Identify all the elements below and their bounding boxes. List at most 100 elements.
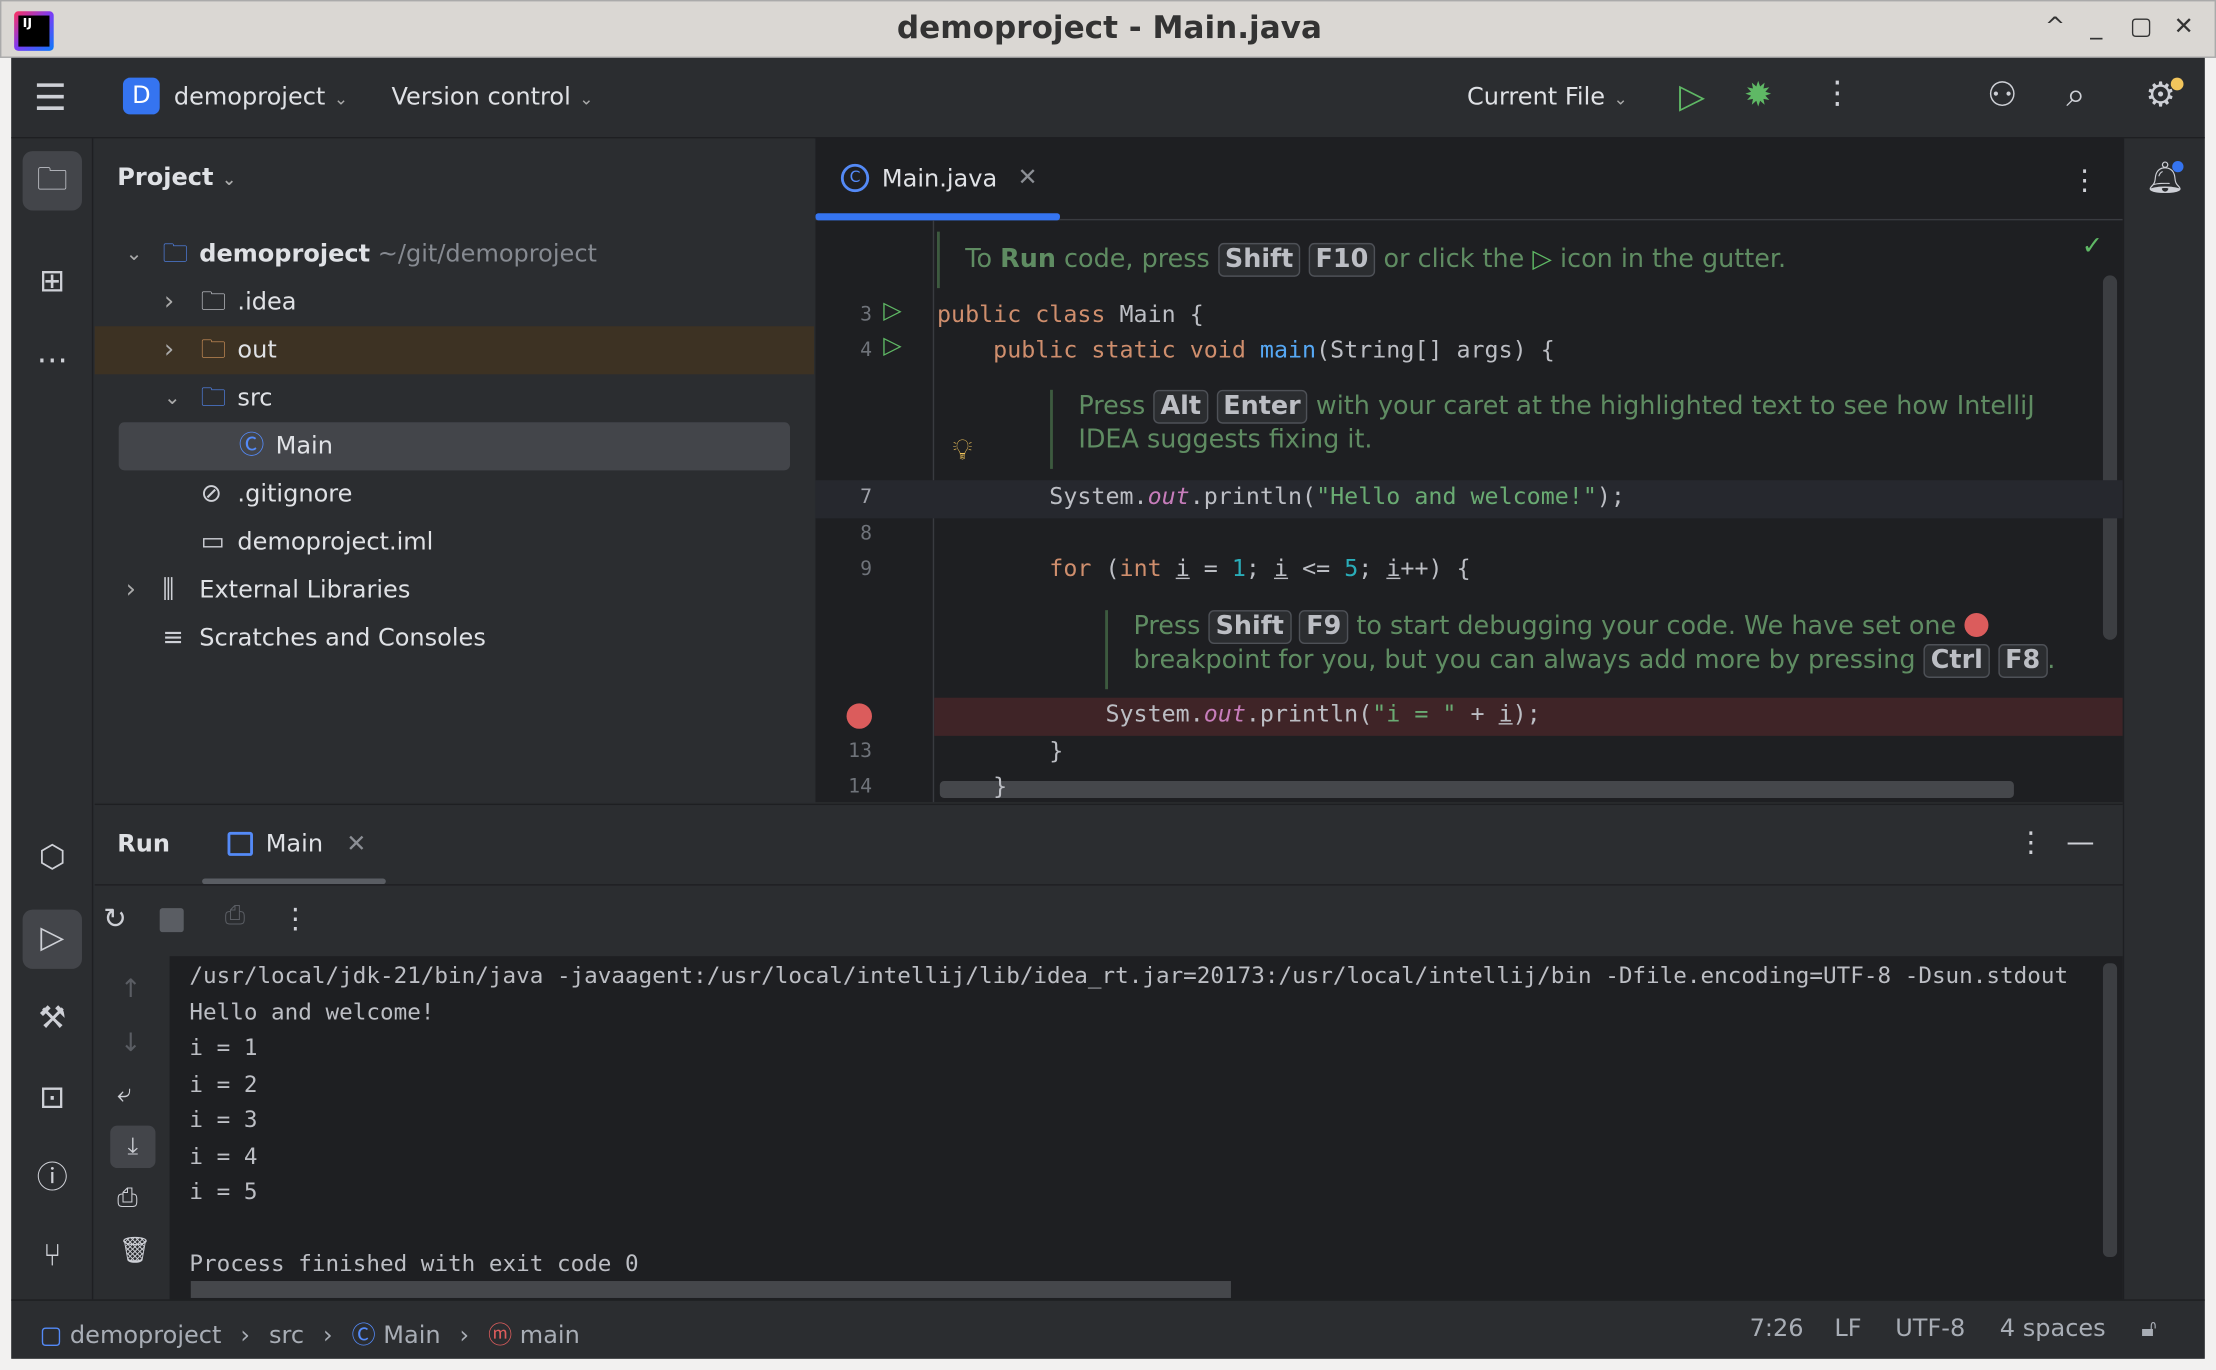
tree-item[interactable]: ▭ demoproject.iml xyxy=(95,518,814,566)
more-tools-icon[interactable]: ⋯ xyxy=(23,332,82,391)
chevron-down-icon[interactable]: ⌄ xyxy=(164,374,181,422)
tree-item[interactable]: Ⓒ Main xyxy=(118,422,791,471)
breadcrumb-item[interactable]: Main xyxy=(383,1322,440,1350)
tree-item-label: Scratches and Consoles xyxy=(199,624,486,653)
window-maximize-button[interactable]: ▢ xyxy=(2130,13,2153,41)
code-token: out xyxy=(1203,700,1246,728)
code-token: ++) { xyxy=(1400,555,1471,582)
tree-item[interactable]: ≡ Scratches and Consoles xyxy=(95,614,814,662)
search-icon[interactable]: ⌕ xyxy=(2066,75,2085,115)
line-separator[interactable]: LF xyxy=(1834,1315,1861,1343)
run-icon[interactable]: ▷ xyxy=(1679,76,1705,116)
more-actions-icon[interactable]: ⋮ xyxy=(1822,76,1853,111)
terminal-icon[interactable]: ⊡ xyxy=(23,1069,82,1128)
run-tab-main[interactable]: Main ✕ xyxy=(202,805,386,885)
method-icon: ⓜ xyxy=(488,1321,513,1351)
console-line: Hello and welcome! xyxy=(189,997,435,1025)
options-icon[interactable]: ⋮ xyxy=(2017,825,2045,859)
code-token: } xyxy=(936,772,1008,800)
scratches-icon: ≡ xyxy=(162,622,184,653)
ignore-file-icon: ⊘ xyxy=(200,478,223,509)
notifications-bell-icon[interactable]: 🔔︎ xyxy=(2135,150,2194,209)
right-tool-strip: 🔔︎ xyxy=(2122,138,2205,1300)
tree-item[interactable]: › ⫼ External Libraries xyxy=(95,566,814,614)
add-user-icon[interactable]: ⚇ xyxy=(1987,75,2017,115)
run-config-selector[interactable]: Current File ⌄ xyxy=(1467,83,1628,111)
module-folder-icon: 🗀 xyxy=(162,238,188,269)
code-token: .println( xyxy=(1189,483,1317,510)
code-line: System.out.println("Hello and welcome!")… xyxy=(937,483,1625,510)
project-tool-icon[interactable]: 🗀 xyxy=(22,151,82,211)
chevron-right-icon[interactable]: › xyxy=(126,566,136,614)
line-number: 9 xyxy=(860,557,872,581)
chevron-right-icon[interactable]: › xyxy=(164,278,174,326)
run-config-label: Current File xyxy=(1466,83,1606,112)
down-arrow-icon[interactable]: ↓ xyxy=(120,1028,141,1058)
line-number: 14 xyxy=(848,775,872,798)
code-token: System. xyxy=(936,700,1204,728)
code-token: + xyxy=(1456,700,1499,728)
scroll-to-end-icon[interactable]: ⤓ xyxy=(110,1125,156,1169)
close-tab-icon[interactable]: ✕ xyxy=(346,830,366,858)
tree-item[interactable]: ⊘ .gitignore xyxy=(95,470,814,518)
run-tool-icon[interactable]: ▷ xyxy=(22,909,82,969)
breadcrumb-item[interactable]: demoproject xyxy=(70,1322,222,1350)
window-shade-button[interactable]: ^ xyxy=(2045,13,2065,41)
breadcrumb-item[interactable]: src xyxy=(269,1322,304,1350)
code-token: main xyxy=(1259,336,1317,363)
tree-item[interactable]: › 🗀 .idea xyxy=(95,278,814,326)
class-icon: Ⓒ xyxy=(238,430,265,461)
code-line: public static void main(String[] args) { xyxy=(937,336,1555,363)
console-output[interactable]: /usr/local/jdk-21/bin/java -javaagent:/u… xyxy=(169,956,2123,1301)
soft-wrap-icon[interactable]: ⤶ xyxy=(117,1079,131,1109)
tree-item-label: Main xyxy=(275,432,333,461)
caret-position[interactable]: 7:26 xyxy=(1750,1315,1804,1343)
console-line: /usr/local/jdk-21/bin/java -javaagent:/u… xyxy=(189,961,2069,989)
status-bar: ▢ demoproject › src › Ⓒ Main › ⓜ main 7:… xyxy=(11,1299,2205,1359)
breakpoint-icon[interactable] xyxy=(846,703,872,729)
lock-icon[interactable]: 🔓︎ xyxy=(2141,1315,2157,1343)
tree-item[interactable]: ⌄ 🗀 src xyxy=(95,374,814,422)
window-close-button[interactable]: ✕ xyxy=(2174,13,2194,41)
print-icon[interactable]: ⎙ xyxy=(117,1184,137,1214)
project-panel-title[interactable]: Project ⌄ xyxy=(117,164,236,192)
chevron-right-icon[interactable]: › xyxy=(164,326,174,374)
project-name: demoproject xyxy=(173,83,326,112)
code-token: out xyxy=(1147,483,1190,510)
indent-setting[interactable]: 4 spaces xyxy=(2000,1315,2106,1343)
project-switcher[interactable]: demoproject ⌄ xyxy=(174,83,348,111)
console-vertical-scrollbar[interactable] xyxy=(2102,963,2118,1258)
services-tool-icon[interactable]: ⬡ xyxy=(23,829,82,888)
code-token: for xyxy=(936,555,1106,582)
file-encoding[interactable]: UTF-8 xyxy=(1895,1315,1965,1343)
breadcrumb: ▢ demoproject › src › Ⓒ Main › ⓜ main xyxy=(40,1315,580,1350)
console-horizontal-scrollbar[interactable] xyxy=(190,1281,1231,1298)
vcs-menu[interactable]: Version control ⌄ xyxy=(391,83,593,111)
code-token: i xyxy=(1274,555,1289,582)
build-hammer-icon[interactable]: ⚒ xyxy=(23,990,82,1049)
code-area[interactable]: 3 ▷ public class Main {4 ▷ public static vo… xyxy=(815,138,2123,802)
main-menu-icon[interactable]: ☰ xyxy=(34,78,67,120)
code-line: } xyxy=(937,737,1063,764)
hide-panel-icon[interactable]: — xyxy=(2066,825,2094,859)
problems-icon[interactable]: ⓘ xyxy=(23,1150,82,1209)
git-branch-icon[interactable]: ⑂ xyxy=(23,1227,82,1286)
tree-item[interactable]: ⌄ 🗀 demoproject ~/git/demoproject xyxy=(95,230,814,278)
more-icon[interactable]: ⋮ xyxy=(281,901,309,935)
trash-icon[interactable]: 🗑︎ xyxy=(119,1236,151,1266)
chevron-down-icon[interactable]: ⌄ xyxy=(126,230,143,278)
run-gutter-icon[interactable]: ▷ xyxy=(883,297,901,325)
debug-icon[interactable]: ✹ xyxy=(1744,75,1772,115)
update-dot xyxy=(2170,77,2184,91)
stop-icon[interactable] xyxy=(159,908,184,933)
rerun-icon[interactable]: ↻ xyxy=(103,901,127,935)
structure-tool-icon[interactable]: ⊞ xyxy=(23,253,82,312)
notification-dot xyxy=(2172,161,2184,173)
screenshot-camera-icon[interactable]: ⎙ xyxy=(225,901,245,931)
tree-item[interactable]: › 🗀 out xyxy=(94,326,815,375)
run-gutter-icon[interactable]: ▷ xyxy=(883,332,901,360)
breadcrumb-item[interactable]: main xyxy=(520,1322,580,1350)
title-bar: IJ demoproject - Main.java ^ _ ▢ ✕ xyxy=(0,0,2216,58)
window-minimize-button[interactable]: _ xyxy=(2090,13,2102,41)
up-arrow-icon[interactable]: ↑ xyxy=(120,975,141,1005)
